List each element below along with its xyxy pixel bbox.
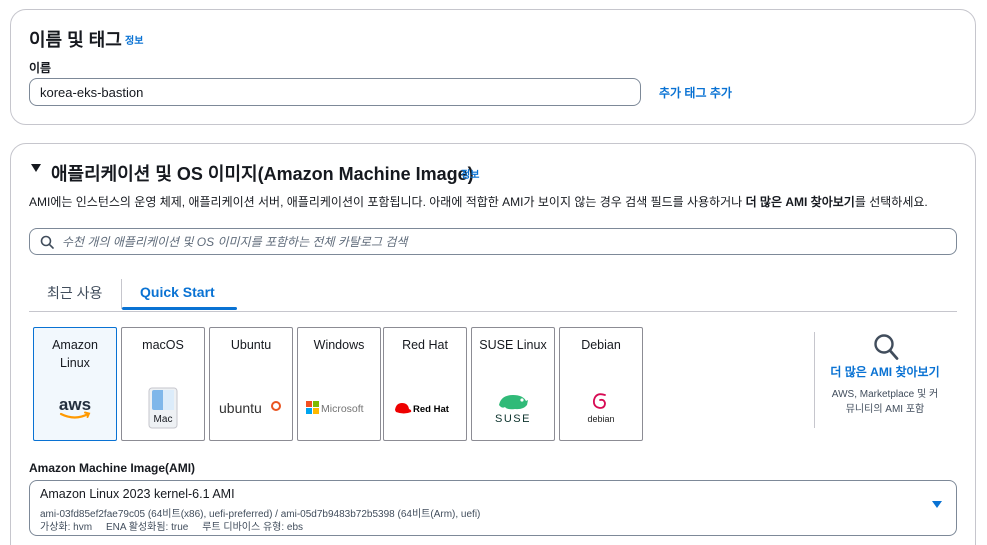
suse-logo-icon: SUSE: [472, 390, 554, 426]
browse-more-ami-link[interactable]: 더 많은 AMI 찾아보기: [819, 363, 951, 380]
add-tags-link[interactable]: 추가 태그 추가: [659, 84, 732, 101]
name-tags-info-link[interactable]: 정보: [125, 32, 143, 47]
search-magnifier-icon[interactable]: [873, 333, 899, 366]
aws-logo-icon: aws: [34, 390, 116, 426]
tile-suse-label: SUSE Linux: [479, 338, 547, 352]
svg-text:Mac: Mac: [154, 414, 173, 425]
ami-selected-meta: 가상화: hvm ENA 활성화됨: true 루트 디바이스 유형: ebs: [40, 522, 304, 533]
ami-selected-title: Amazon Linux 2023 kernel-6.1 AMI: [40, 487, 235, 501]
ami-select[interactable]: Amazon Linux 2023 kernel-6.1 AMI ami-03f…: [29, 480, 957, 536]
tile-windows-label: Windows: [313, 338, 365, 352]
ami-info-link[interactable]: 정보: [461, 166, 479, 181]
collapse-caret-icon[interactable]: [31, 164, 41, 172]
name-and-tags-title: 이름 및 태그: [29, 30, 122, 50]
search-placeholder: 수천 개의 애플리케이션 및 OS 이미지를 포함하는 전체 카탈로그 검색: [62, 235, 408, 249]
ami-desc-bold: 더 많은 AMI 찾아보기: [745, 195, 855, 209]
tile-debian[interactable]: Debian debian: [559, 327, 643, 441]
tile-windows[interactable]: Windows Microsoft: [297, 327, 381, 441]
name-input-value: korea-eks-bastion: [40, 84, 144, 100]
tabs-baseline: [29, 311, 957, 312]
tile-amazon-linux-label: Amazon Linux: [52, 338, 98, 370]
tile-redhat[interactable]: Red Hat Red Hat: [383, 327, 467, 441]
tile-macos[interactable]: macOS Mac: [121, 327, 205, 441]
name-label: 이름: [29, 61, 52, 75]
name-and-tags-panel: 이름 및 태그 정보 이름 korea-eks-bastion 추가 태그 추가: [10, 9, 976, 125]
tile-redhat-label: Red Hat: [402, 338, 448, 352]
ami-search-input[interactable]: 수천 개의 애플리케이션 및 OS 이미지를 포함하는 전체 카탈로그 검색: [29, 228, 957, 255]
svg-text:Microsoft: Microsoft: [321, 403, 364, 415]
ami-panel: 애플리케이션 및 OS 이미지(Amazon Machine Image) 정보…: [10, 143, 976, 545]
tab-quick-start[interactable]: Quick Start: [140, 284, 215, 300]
debian-logo-icon: debian: [560, 390, 642, 426]
more-ami-desc-line2: 뮤니티의 AMI 포함: [845, 404, 925, 415]
svg-text:Red Hat: Red Hat: [413, 404, 450, 415]
name-input[interactable]: korea-eks-bastion: [29, 78, 641, 106]
tile-ubuntu[interactable]: Ubuntu ubuntu: [209, 327, 293, 441]
svg-text:SUSE: SUSE: [495, 413, 531, 425]
tile-debian-label: Debian: [581, 338, 621, 352]
ami-select-label: Amazon Machine Image(AMI): [29, 461, 196, 475]
tab-recent[interactable]: 최근 사용: [47, 283, 102, 303]
active-tab-underline: [122, 307, 237, 310]
dropdown-caret-icon: [932, 501, 942, 508]
microsoft-logo-icon: Microsoft: [298, 390, 380, 426]
mac-finder-icon: Mac: [122, 387, 204, 429]
tile-suse[interactable]: SUSE Linux SUSE: [471, 327, 555, 441]
svg-text:debian: debian: [587, 414, 614, 424]
more-ami-description: AWS, Marketplace 및 커 뮤니티의 AMI 포함: [819, 387, 951, 417]
tile-macos-label: macOS: [142, 338, 184, 352]
tile-ubuntu-label: Ubuntu: [230, 338, 272, 352]
tile-amazon-linux[interactable]: Amazon Linux aws: [33, 327, 117, 441]
ubuntu-logo-icon: ubuntu: [210, 390, 292, 426]
ami-section-title: 애플리케이션 및 OS 이미지(Amazon Machine Image): [51, 164, 474, 184]
redhat-logo-icon: Red Hat: [384, 390, 466, 426]
ami-desc-suffix: 를 선택하세요.: [854, 195, 928, 209]
svg-text:aws: aws: [59, 395, 91, 414]
more-ami-desc-line1: AWS, Marketplace 및 커: [831, 389, 939, 400]
search-icon: [40, 235, 54, 249]
ami-desc-text: AMI에는 인스턴스의 운영 체제, 애플리케이션 서버, 애플리케이션이 포함…: [29, 195, 743, 209]
more-ami-divider: [814, 332, 815, 428]
tab-divider: [121, 279, 122, 309]
svg-text:ubuntu: ubuntu: [219, 400, 262, 416]
ami-description: AMI에는 인스턴스의 운영 체제, 애플리케이션 서버, 애플리케이션이 포함…: [29, 193, 928, 210]
